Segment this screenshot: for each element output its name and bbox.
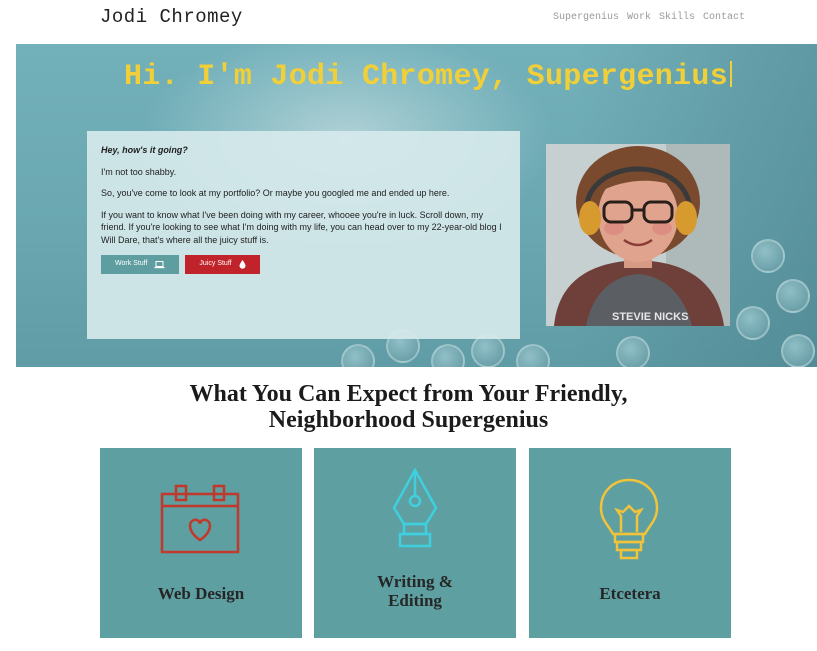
typewriter-key (431, 344, 465, 367)
nav-link-skills[interactable]: Skills (659, 12, 695, 23)
main-nav: Supergenius Work Skills Contact (553, 12, 745, 23)
typing-cursor (730, 61, 732, 87)
section-title: What You Can Expect from Your Friendly, … (0, 381, 817, 433)
typewriter-key (751, 239, 785, 273)
portrait-illustration: STEVIE NICKS (546, 144, 730, 326)
typewriter-key (781, 334, 815, 367)
service-card-title: Writing & Editing (314, 572, 516, 610)
pen-nib-icon (392, 468, 438, 548)
service-card-title-line1: Web Design (157, 584, 245, 603)
typewriter-key (516, 344, 550, 367)
work-stuff-label: Work Stuff (115, 260, 148, 268)
nav-link-supergenius[interactable]: Supergenius (553, 12, 619, 23)
intro-paragraph: I'm not too shabby. (101, 166, 177, 177)
service-card-etcetera[interactable]: Etcetera (529, 448, 731, 638)
typewriter-key (776, 279, 810, 313)
section-title-line2: Neighborhood Supergenius (268, 407, 549, 433)
laptop-icon (154, 260, 165, 268)
calendar-heart-icon (160, 484, 240, 554)
typewriter-key (616, 336, 650, 367)
juicy-stuff-label: Juicy Stuff (199, 260, 232, 268)
hero-banner: Hi. I'm Jodi Chromey, Supergenius Hey, h… (16, 44, 817, 367)
intro-paragraph: So, you've come to look at my portfolio?… (101, 188, 450, 198)
hero-heading-text: Hi. I'm Jodi Chromey, Supergenius (124, 60, 728, 94)
juicy-stuff-button[interactable]: Juicy Stuff (185, 255, 260, 274)
section-title-line1: What You Can Expect from Your Friendly, (189, 381, 628, 407)
intro-greeting: Hey, how's it going? (101, 145, 188, 155)
service-card-title: Etcetera (529, 584, 731, 603)
lightbulb-icon (599, 478, 659, 560)
hero-heading: Hi. I'm Jodi Chromey, Supergenius (124, 60, 732, 94)
typewriter-key (736, 306, 770, 340)
intro-button-row: Work Stuff Juicy Stuff (101, 255, 506, 274)
nav-link-contact[interactable]: Contact (703, 12, 745, 23)
work-stuff-button[interactable]: Work Stuff (101, 255, 180, 274)
intro-card: Hey, how's it going? I'm not too shabby.… (87, 131, 520, 339)
drop-icon (239, 260, 246, 269)
service-card-title-line2: Editing (388, 591, 442, 610)
service-card-title: Web Design (100, 584, 302, 603)
service-card-title-line1: Etcetera (599, 584, 661, 603)
nav-link-work[interactable]: Work (627, 12, 651, 23)
site-title[interactable]: Jodi Chromey (100, 6, 243, 28)
portrait-photo: STEVIE NICKS (546, 144, 730, 326)
intro-paragraph: If you want to know what I've been doing… (101, 209, 502, 245)
service-card-web-design[interactable]: Web Design (100, 448, 302, 638)
service-card-title-line1: Writing & (377, 572, 453, 591)
typewriter-key (341, 344, 375, 367)
service-card-writing-editing[interactable]: Writing & Editing (314, 448, 516, 638)
svg-text:STEVIE NICKS: STEVIE NICKS (612, 311, 688, 323)
